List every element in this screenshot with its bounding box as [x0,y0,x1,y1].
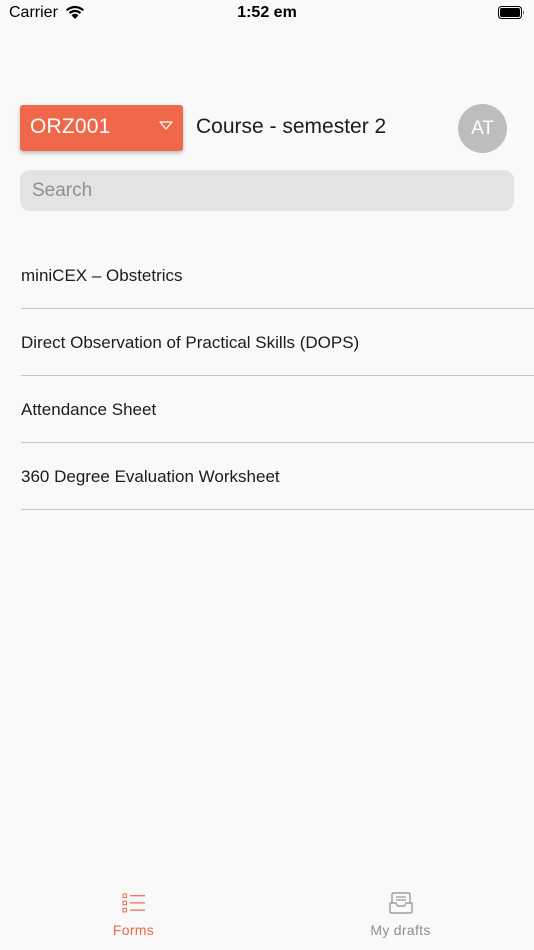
search-input[interactable] [20,170,514,211]
chevron-down-icon [159,121,173,130]
tab-bar: Forms My drafts [0,874,534,950]
clock: 1:52 em [237,4,297,21]
course-select-dropdown[interactable]: ORZ001 [20,105,183,151]
tab-my-drafts[interactable]: My drafts [267,874,534,950]
list-item-dops[interactable]: Direct Observation of Practical Skills (… [21,309,534,376]
list-icon [122,893,145,913]
list-item-minicex[interactable]: miniCEX – Obstetrics [21,242,534,309]
inbox-tray-icon [388,892,413,914]
course-code-label: ORZ001 [30,115,111,138]
avatar[interactable]: AT [458,104,507,153]
list-item-360-evaluation[interactable]: 360 Degree Evaluation Worksheet [21,443,534,510]
status-bar: Carrier 1:52 em [0,0,534,28]
course-name: Course - semester 2 [196,115,387,138]
tab-forms[interactable]: Forms [0,874,267,950]
tab-my-drafts-label: My drafts [370,922,431,938]
form-list: miniCEX – Obstetrics Direct Observation … [21,242,534,510]
list-item-attendance[interactable]: Attendance Sheet [21,376,534,443]
tab-forms-label: Forms [112,922,155,938]
battery-icon [498,6,524,19]
